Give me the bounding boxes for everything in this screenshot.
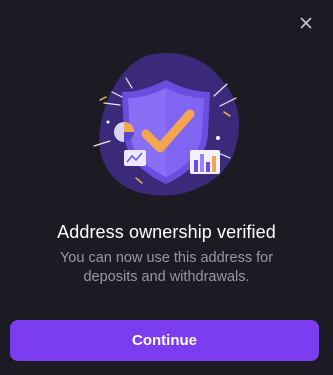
pie-chart-icon [114, 122, 134, 142]
page-title: Address ownership verified [57, 222, 276, 242]
description-text: You can now use this address for deposit… [59, 250, 274, 285]
close-icon [300, 17, 312, 29]
bar-chart-card-icon [190, 150, 220, 174]
continue-button[interactable]: Continue [10, 320, 319, 361]
verification-modal: Address ownership verified You can now u… [0, 0, 333, 375]
close-button[interactable] [297, 14, 315, 32]
line-chart-card-icon [124, 150, 146, 166]
verified-shield-illustration [93, 52, 240, 196]
